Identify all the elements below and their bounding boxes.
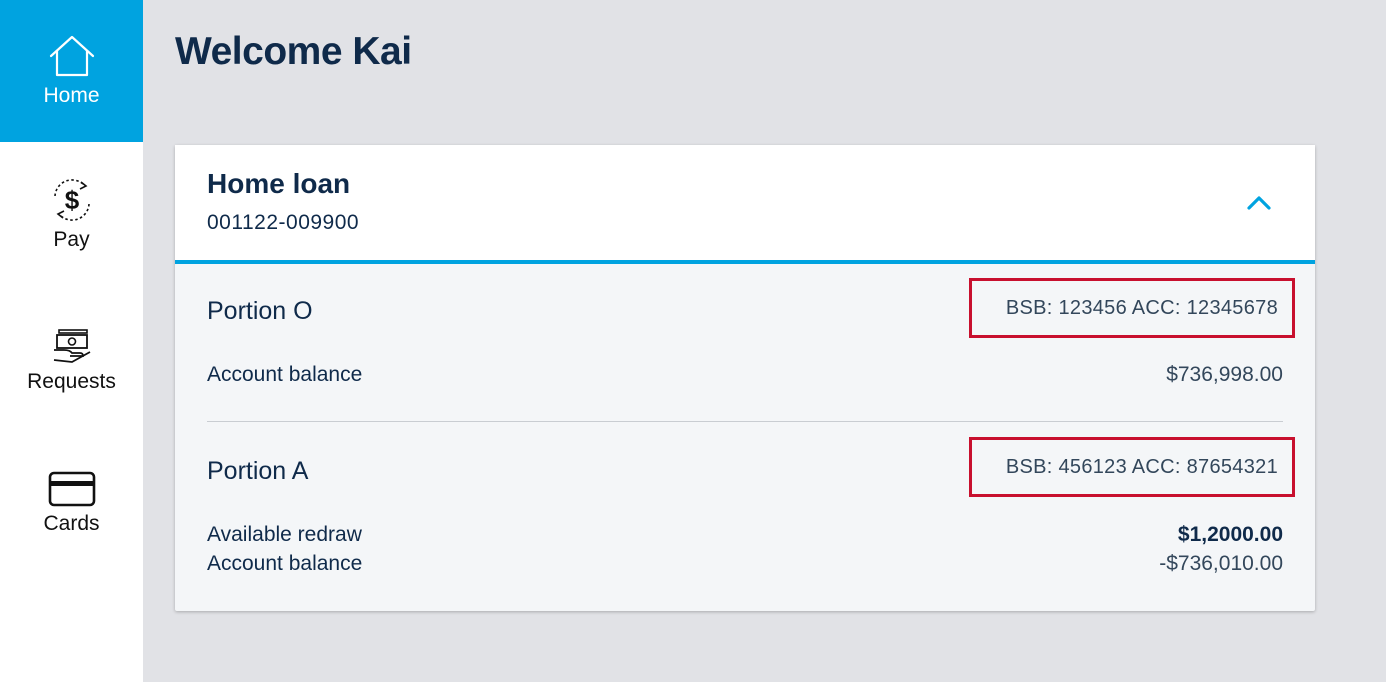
- account-number: BSB: 123456 ACC: 12345678: [969, 278, 1295, 338]
- nav-item-cards[interactable]: Cards: [0, 470, 143, 536]
- nav-item-home[interactable]: Home: [0, 0, 143, 142]
- balance-value: -$736,010.00: [1159, 552, 1283, 575]
- redraw-value: $1,2000.00: [1177, 523, 1283, 546]
- balance-label: Account balance: [207, 363, 363, 386]
- page-title: Welcome Kai: [175, 30, 412, 73]
- cash-hand-icon: [53, 329, 90, 363]
- nav-label-pay: Pay: [53, 228, 90, 251]
- home-loan-card: Home loan 001122-009900 Portion O BSB: 1…: [175, 145, 1315, 611]
- loan-title: Home loan: [207, 168, 351, 199]
- credit-card-icon: [48, 471, 95, 507]
- sidebar-nav: Home $ Pay Requests Cards: [0, 0, 143, 682]
- nav-label-cards: Cards: [43, 512, 100, 535]
- redraw-label: Available redraw: [207, 523, 362, 546]
- dollar-cycle-icon: $: [53, 179, 90, 221]
- nav-item-pay[interactable]: $ Pay: [0, 176, 143, 252]
- svg-text:$: $: [64, 185, 79, 215]
- collapse-button[interactable]: [1241, 189, 1277, 217]
- portion-divider: [207, 421, 1283, 422]
- portion-name: Portion O: [207, 297, 313, 325]
- loan-number: 001122-009900: [207, 211, 360, 234]
- loan-card-header[interactable]: Home loan 001122-009900: [175, 145, 1315, 264]
- nav-item-requests[interactable]: Requests: [0, 326, 143, 394]
- account-number: BSB: 456123 ACC: 87654321: [969, 437, 1295, 497]
- portion-name: Portion A: [207, 457, 309, 485]
- balance-value: $736,998.00: [1166, 363, 1283, 386]
- nav-label-home: Home: [43, 84, 100, 107]
- balance-label: Account balance: [207, 552, 363, 575]
- nav-label-requests: Requests: [27, 370, 116, 393]
- chevron-up-icon: [1247, 196, 1271, 210]
- home-icon: [49, 35, 94, 77]
